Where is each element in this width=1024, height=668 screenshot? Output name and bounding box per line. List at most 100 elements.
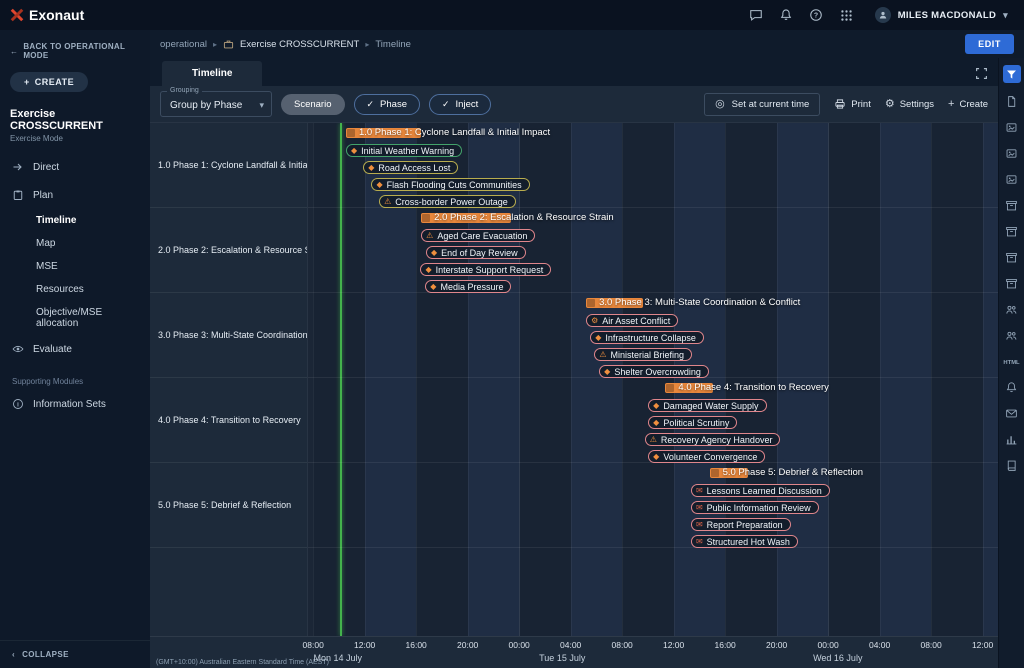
inject-chip[interactable]: ⚠Cross-border Power Outage [379,195,516,208]
chat-icon[interactable] [749,8,764,23]
inject-chip[interactable]: ⚠Aged Care Evacuation [421,229,535,242]
create-inject-button[interactable]: + Create [948,99,988,110]
inject-chip[interactable]: ⚠Ministerial Briefing [594,348,692,361]
chevron-left-icon: ‹ [12,650,15,659]
collapse-button[interactable]: ‹ COLLAPSE [0,640,150,668]
archive-icon[interactable] [1003,249,1021,265]
sidebar-item-evaluate[interactable]: Evaluate [0,335,150,363]
help-icon[interactable]: ? [809,8,824,23]
inject-chip[interactable]: ◆Road Access Lost [363,161,458,174]
timeline-chart[interactable]: 1.0 Phase 1: Cyclone Landfall & Initial … [308,123,998,636]
inject-chip[interactable]: ◆Shelter Overcrowding [599,365,709,378]
evaluate-label: Evaluate [33,344,72,355]
sidebar-item-information-sets[interactable]: i Information Sets [0,390,150,418]
filter-icon[interactable] [1003,65,1021,83]
edit-button[interactable]: EDIT [965,34,1014,54]
settings-button[interactable]: ⚙ Settings [885,99,934,110]
fullscreen-icon[interactable] [975,67,988,80]
inject-chip[interactable]: ◆Flash Flooding Cuts Communities [371,178,529,191]
group-label: 1.0 Phase 1: Cyclone Landfall & Initia..… [150,123,307,208]
phase-filter-chip[interactable]: ✓ Phase [354,94,420,115]
sidebar-item-timeline[interactable]: Timeline [0,209,150,232]
tick-label: 20:00 [457,640,478,650]
archive-icon[interactable] [1003,223,1021,239]
breadcrumb: operational ▸ Exercise CROSSCURRENT ▸ Ti… [150,30,1024,58]
diamond-icon: ◆ [653,419,659,427]
users-icon[interactable] [1003,327,1021,343]
archive-icon[interactable] [1003,197,1021,213]
inject-label: Lessons Learned Discussion [707,486,822,496]
book-icon[interactable] [1003,457,1021,473]
date-label: Tue 15 July [539,653,585,663]
notifications-bell-icon[interactable] [779,8,794,23]
users-icon[interactable] [1003,301,1021,317]
topbar: Exonaut ? MILES MACDONALD ▾ [0,0,1024,30]
archive-icon[interactable] [1003,275,1021,291]
inject-chip[interactable]: ◆Interstate Support Request [420,263,551,276]
grouping-select[interactable]: Grouping Group by Phase ▾ [160,91,272,117]
inject-chip[interactable]: ◆Initial Weather Warning [346,144,462,157]
warning-icon: ⚠ [426,232,433,240]
collapse-label: COLLAPSE [22,650,69,659]
user-menu[interactable]: MILES MACDONALD ▾ [869,4,1014,26]
scenario-filter-chip[interactable]: Scenario [281,94,345,115]
chart-icon[interactable] [1003,431,1021,447]
logo-text: Exonaut [29,7,84,23]
inject-chip[interactable]: ◆Infrastructure Collapse [590,331,704,344]
exercise-icon [223,39,234,50]
bell-icon[interactable] [1003,379,1021,395]
axis-left: (GMT+10:00) Australian Eastern Standard … [150,637,308,668]
inject-label: Political Scrutiny [663,418,729,428]
print-icon [834,98,846,110]
sidebar-item-mse[interactable]: MSE [0,255,150,278]
card-icon[interactable] [1003,171,1021,187]
inject-chip[interactable]: ◆ Political Scrutiny [648,416,737,429]
inject-chip[interactable]: ⚙Air Asset Conflict [586,314,678,327]
print-button[interactable]: Print [834,98,871,110]
sidebar-item-resources[interactable]: Resources [0,278,150,301]
tab-timeline[interactable]: Timeline [162,61,262,86]
card-icon[interactable] [1003,145,1021,161]
inject-chip[interactable]: ✉Public Information Review [691,501,819,514]
timeline-body: 1.0 Phase 1: Cyclone Landfall & Initia..… [150,122,998,636]
apps-grid-icon[interactable] [839,8,854,23]
file-icon[interactable] [1003,93,1021,109]
inject-chip[interactable]: ✉Lessons Learned Discussion [691,484,830,497]
inject-label: Flash Flooding Cuts Communities [387,180,522,190]
phase-bar-label: 2.0 Phase 2: Escalation & Resource Strai… [421,212,614,223]
diamond-icon: ◆ [653,402,659,410]
sidebar-item-objective-mse-allocation[interactable]: Objective/MSE allocation [0,301,150,335]
breadcrumb-exercise[interactable]: Exercise CROSSCURRENT [240,39,359,50]
sidebar-item-plan[interactable]: Plan [0,181,150,209]
inject-chip[interactable]: ✉Report Preparation [691,518,791,531]
time-axis: (GMT+10:00) Australian Eastern Standard … [150,636,998,668]
inject-chip[interactable]: ◆Volunteer Convergence [648,450,765,463]
direct-icon [12,161,24,173]
timezone-note: (GMT+10:00) Australian Eastern Standard … [156,659,329,666]
inject-label: Interstate Support Request [436,265,544,275]
timeline-panel: Grouping Group by Phase ▾ Scenario ✓ Pha… [150,86,998,668]
inject-chip[interactable]: ✉Structured Hot Wash [691,535,798,548]
logo: Exonaut [10,7,84,23]
inject-chip[interactable]: ◆Media Pressure [425,280,511,293]
inject-chip[interactable]: ◆ Damaged Water Supply [648,399,766,412]
html-icon[interactable]: HTML [1003,353,1021,369]
exercise-mode: Exercise Mode [0,132,150,153]
check-icon: ✓ [367,99,375,110]
sidebar-item-map[interactable]: Map [0,232,150,255]
breadcrumb-operational[interactable]: operational [160,39,207,50]
tick-label: 04:00 [560,640,581,650]
create-button[interactable]: + CREATE [10,72,88,92]
set-current-time-button[interactable]: ◎ Set at current time [704,93,820,116]
inject-chip[interactable]: ⚠Recovery Agency Handover [645,433,781,446]
inject-label: Damaged Water Supply [663,401,758,411]
mail-icon[interactable] [1003,405,1021,421]
inject-chip[interactable]: ◆End of Day Review [426,246,526,259]
group-label: 5.0 Phase 5: Debrief & Reflection [150,463,307,548]
tick-label: 08:00 [303,640,324,650]
chevron-right-icon: ▸ [213,40,217,49]
card-icon[interactable] [1003,119,1021,135]
inject-filter-chip[interactable]: ✓ Inject [429,94,491,115]
back-to-operational-link[interactable]: ← BACK TO OPERATIONAL MODE [0,30,150,62]
sidebar-item-direct[interactable]: Direct [0,153,150,181]
